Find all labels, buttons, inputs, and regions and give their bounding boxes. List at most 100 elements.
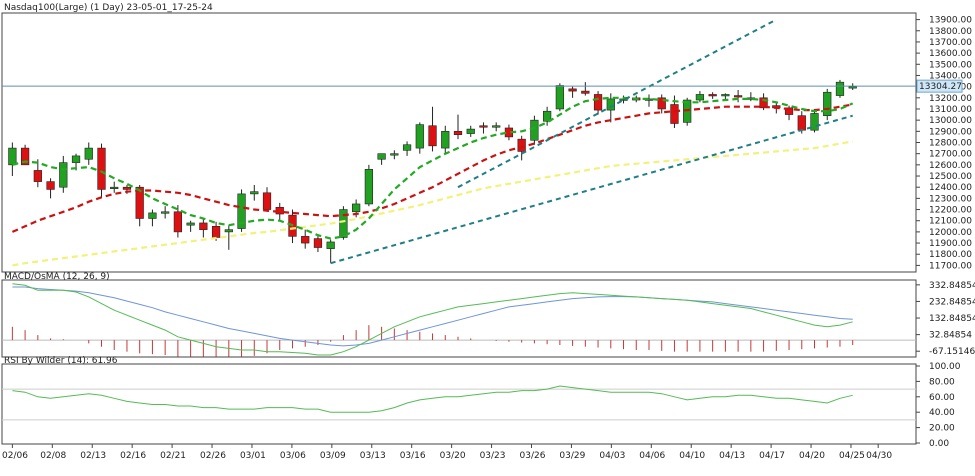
candle-body[interactable] xyxy=(199,222,208,230)
macd-y-tick-label: 32.84854 xyxy=(929,331,972,341)
candle-body[interactable] xyxy=(568,88,577,92)
candle-body[interactable] xyxy=(581,90,590,94)
candle-body[interactable] xyxy=(695,94,705,101)
rsi-y-tick-label: 60.00 xyxy=(929,393,955,403)
candle-body[interactable] xyxy=(352,203,361,213)
price-y-tick-label: 12400.00 xyxy=(929,183,972,193)
rsi-title: RSI By Wilder (14): 61.96 xyxy=(4,356,118,366)
candle-body[interactable] xyxy=(59,162,68,188)
price-y-tick-label: 12900.00 xyxy=(929,127,972,137)
candle-body[interactable] xyxy=(148,212,157,219)
price-panel[interactable] xyxy=(1,12,917,273)
current-price-label: 13304.27 xyxy=(919,82,962,92)
chart-window: Nasdaq100(Large) (1 Day) 23-05-01_17-25-… xyxy=(0,0,975,476)
candle-body[interactable] xyxy=(390,153,399,156)
candle-body[interactable] xyxy=(466,128,475,134)
candle-body[interactable] xyxy=(593,94,603,111)
x-tick-label: 03/23 xyxy=(480,451,506,461)
candle-body[interactable] xyxy=(313,238,323,248)
macd-y-tick-label: 132.84854 xyxy=(929,314,975,324)
price-y-tick-label: 11900.00 xyxy=(929,239,972,249)
x-tick-label: 02/08 xyxy=(40,451,66,461)
candle-body[interactable] xyxy=(301,236,310,244)
x-tick-label: 03/20 xyxy=(440,451,466,461)
x-tick-label: 04/03 xyxy=(599,451,625,461)
candle-body[interactable] xyxy=(122,186,132,190)
price-y-tick-label: 13100.00 xyxy=(929,105,972,115)
candle-body[interactable] xyxy=(110,186,119,189)
x-tick-label: 02/16 xyxy=(120,451,146,461)
candle-body[interactable] xyxy=(97,147,106,190)
candle-body[interactable] xyxy=(46,181,55,190)
candle-body[interactable] xyxy=(71,155,81,163)
candle-body[interactable] xyxy=(606,98,615,111)
candle-body[interactable] xyxy=(224,229,233,233)
rsi-y-tick-label: 40.00 xyxy=(929,408,955,418)
price-y-tick-label: 11800.00 xyxy=(929,250,972,260)
price-y-tick-label: 13200.00 xyxy=(929,94,972,104)
rsi-y-tick-label: 80.00 xyxy=(929,377,955,387)
x-tick-label: 02/06 xyxy=(2,451,28,461)
macd-y-tick-label: 332.84854 xyxy=(929,281,975,291)
rsi-panel[interactable] xyxy=(1,363,917,445)
x-tick-label: 03/13 xyxy=(360,451,386,461)
x-tick-label: 04/06 xyxy=(639,451,665,461)
price-y-tick-label: 12700.00 xyxy=(929,150,972,160)
x-tick-label: 02/26 xyxy=(200,451,226,461)
candle-body[interactable] xyxy=(670,104,679,124)
x-tick-label: 03/26 xyxy=(520,451,546,461)
price-y-tick-label: 13000.00 xyxy=(929,116,972,126)
candle-body[interactable] xyxy=(835,81,845,96)
price-y-tick-label: 12500.00 xyxy=(929,172,972,182)
candle-body[interactable] xyxy=(186,222,195,226)
x-tick-label: 04/17 xyxy=(759,451,785,461)
price-y-tick-label: 12000.00 xyxy=(929,228,972,238)
x-tick-label: 03/09 xyxy=(320,451,346,461)
price-y-tick-label: 12200.00 xyxy=(929,206,972,216)
chart-title: Nasdaq100(Large) (1 Day) 23-05-01_17-25-… xyxy=(4,3,213,13)
candle-body[interactable] xyxy=(733,95,743,98)
candle-body[interactable] xyxy=(364,169,373,205)
candle-body[interactable] xyxy=(262,192,272,210)
candle-body[interactable] xyxy=(211,226,221,238)
x-tick-label: 02/13 xyxy=(80,451,106,461)
candle-body[interactable] xyxy=(848,86,857,89)
x-tick-label: 03/16 xyxy=(400,451,426,461)
candle-body[interactable] xyxy=(8,147,17,166)
candle-body[interactable] xyxy=(33,170,42,182)
candle-body[interactable] xyxy=(84,147,93,160)
candle-body[interactable] xyxy=(339,209,348,238)
x-tick-label: 02/21 xyxy=(160,451,186,461)
x-tick-label: 03/06 xyxy=(280,451,306,461)
price-y-tick-label: 13500.00 xyxy=(929,60,972,70)
chart-canvas: Nasdaq100(Large) (1 Day) 23-05-01_17-25-… xyxy=(1,3,975,461)
candle-body[interactable] xyxy=(173,211,183,233)
candle-body[interactable] xyxy=(135,186,144,219)
price-y-tick-label: 11700.00 xyxy=(929,261,972,271)
candle-body[interactable] xyxy=(377,153,386,160)
x-tick-label: 04/30 xyxy=(866,451,892,461)
candle-body[interactable] xyxy=(797,115,806,131)
candle-body[interactable] xyxy=(479,125,488,128)
candle-body[interactable] xyxy=(721,94,730,97)
candle-body[interactable] xyxy=(530,119,539,141)
x-tick-label: 04/10 xyxy=(679,451,705,461)
candle-body[interactable] xyxy=(555,85,564,110)
price-y-tick-label: 13600.00 xyxy=(929,49,972,59)
x-tick-label: 03/01 xyxy=(240,451,266,461)
candle-body[interactable] xyxy=(492,125,501,128)
candle-body[interactable] xyxy=(326,241,335,249)
candle-body[interactable] xyxy=(708,94,717,97)
candle-body[interactable] xyxy=(161,211,170,214)
price-y-tick-label: 13800.00 xyxy=(929,27,972,37)
candle-body[interactable] xyxy=(453,131,463,135)
candle-body[interactable] xyxy=(441,131,450,149)
candle-body[interactable] xyxy=(415,124,424,149)
macd-panel[interactable] xyxy=(1,279,917,358)
candle-body[interactable] xyxy=(250,191,259,195)
candle-body[interactable] xyxy=(428,125,437,147)
candle-body[interactable] xyxy=(402,144,412,151)
price-y-tick-label: 12100.00 xyxy=(929,217,972,227)
x-tick-label: 04/25 xyxy=(839,451,865,461)
price-y-tick-label: 12300.00 xyxy=(929,194,972,204)
